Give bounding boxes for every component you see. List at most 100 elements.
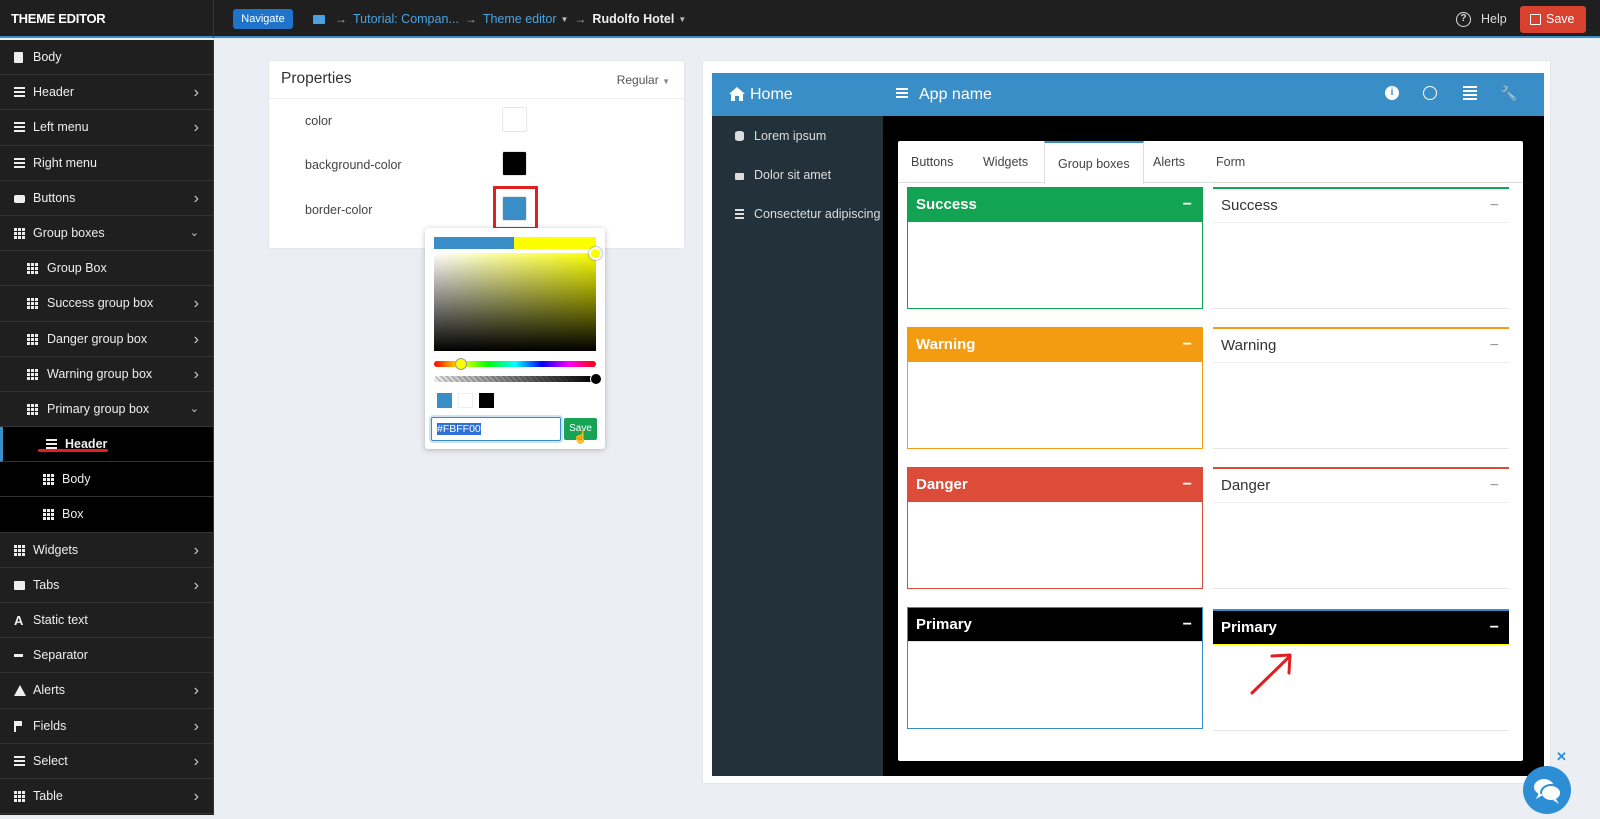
chevron-right-icon[interactable]: › (194, 709, 199, 744)
preset-swatch[interactable] (437, 393, 452, 408)
preview-home[interactable]: Home (712, 73, 883, 116)
sidebar-item-select[interactable]: Select › (0, 744, 213, 779)
sidebar-item-header[interactable]: Header (0, 427, 213, 463)
chevron-right-icon[interactable]: › (194, 181, 199, 216)
chevron-right-icon[interactable]: › (194, 322, 199, 357)
alpha-slider[interactable] (434, 376, 596, 382)
wrench-icon[interactable]: 🔧 (1500, 86, 1517, 100)
lock-icon (735, 173, 744, 180)
sidebar-item-group-box[interactable]: Group Box (0, 251, 213, 287)
minus-icon[interactable]: − (1490, 329, 1499, 363)
tab-alerts[interactable]: Alerts (1140, 141, 1198, 183)
group-box-header: Success − (1213, 189, 1509, 223)
mode-dropdown[interactable]: Regular ▼ (617, 73, 670, 87)
property-label: color (305, 114, 333, 128)
save-button[interactable]: Save (1520, 6, 1586, 33)
saturation-area[interactable] (434, 253, 596, 351)
preset-swatch[interactable] (479, 393, 494, 408)
sidebar-item-fields[interactable]: Fields › (0, 709, 213, 744)
warning-icon (14, 685, 26, 697)
sidebar-item-danger-group-box[interactable]: Danger group box › (0, 322, 213, 357)
tab-form[interactable]: Form (1203, 141, 1258, 183)
sidebar-item-primary-group-box[interactable]: Primary group box ⌄ (0, 392, 213, 428)
sidebar-item-header[interactable]: Header › (0, 75, 213, 111)
sidebar-item-warning-group-box[interactable]: Warning group box › (0, 357, 213, 392)
chat-button[interactable] (1523, 766, 1571, 814)
minus-icon[interactable]: − (1183, 328, 1192, 362)
grid-icon (27, 368, 38, 380)
chevron-right-icon[interactable]: › (194, 110, 199, 145)
minus-icon[interactable]: − (1490, 611, 1499, 645)
sidebar-item-label: Buttons (33, 190, 76, 205)
hue-handle[interactable] (455, 358, 467, 370)
chevron-down-icon[interactable]: ⌄ (190, 216, 199, 251)
sidebar-item-box[interactable]: Box (0, 497, 213, 533)
sidebar-item-label: Group boxes (33, 225, 105, 240)
sidebar-item-group-boxes[interactable]: Group boxes ⌄ (0, 216, 213, 252)
sidebar-item-separator[interactable]: Separator (0, 638, 213, 674)
minus-icon[interactable]: − (1490, 189, 1499, 223)
globe-icon[interactable] (1423, 86, 1437, 100)
background-color-swatch[interactable] (502, 151, 527, 176)
saturation-handle[interactable] (589, 247, 602, 260)
sidebar-item-right-menu[interactable]: Right menu (0, 146, 213, 181)
minus-icon[interactable]: − (1183, 188, 1192, 222)
top-bar: THEME EDITOR Navigate → Tutorial: Compan… (0, 0, 1600, 38)
preview-content: Buttons Widgets Group boxes Alerts Form … (898, 141, 1523, 761)
caret-down-icon[interactable]: ▼ (678, 15, 686, 24)
minus-icon[interactable]: − (1490, 469, 1499, 503)
previous-color[interactable] (434, 237, 514, 249)
chevron-right-icon[interactable]: › (194, 357, 199, 392)
info-icon[interactable]: i (1385, 86, 1399, 100)
sidebar-item-table[interactable]: Table › (0, 779, 213, 815)
sidebar-item-label: Warning group box (47, 366, 153, 381)
tab-group-boxes[interactable]: Group boxes (1044, 141, 1144, 184)
sidebar-item-body[interactable]: Body (0, 40, 213, 76)
list-icon[interactable] (1463, 86, 1477, 100)
menu-label: Dolor sit amet (754, 168, 832, 182)
hex-input[interactable]: #FBFF00 (431, 417, 561, 441)
chevron-right-icon[interactable]: › (194, 568, 199, 603)
sidebar-item-label: Success group box (47, 296, 154, 311)
preview-header: App name i 🔧 (883, 73, 1544, 116)
chevron-right-icon[interactable]: › (194, 533, 199, 568)
minus-icon[interactable]: − (1183, 608, 1192, 642)
sidebar-item-alerts[interactable]: Alerts › (0, 673, 213, 709)
navigate-button[interactable]: Navigate (233, 9, 293, 29)
sidebar-item-static-text[interactable]: A Static text (0, 603, 213, 639)
sidebar-item-tabs[interactable]: Tabs › (0, 568, 213, 603)
preview-menu-item[interactable]: Dolor sit amet (712, 155, 883, 195)
close-icon[interactable]: ✕ (1556, 749, 1567, 765)
sidebar-item-success-group-box[interactable]: Success group box › (0, 286, 213, 322)
hamburger-icon[interactable] (896, 88, 908, 98)
breadcrumb-project[interactable]: Tutorial: Compan... (353, 12, 459, 26)
chevron-right-icon[interactable]: › (194, 286, 199, 321)
alpha-handle[interactable] (590, 373, 602, 385)
color-swatch[interactable] (502, 107, 527, 132)
floppy-icon (1530, 14, 1541, 25)
tab-buttons[interactable]: Buttons (898, 141, 966, 183)
hex-value: #FBFF00 (437, 423, 481, 435)
preview-menu-item[interactable]: Lorem ipsum (712, 116, 883, 156)
database-icon (735, 131, 744, 141)
preset-swatch[interactable] (458, 393, 473, 408)
breadcrumb-theme-editor[interactable]: Theme editor (483, 12, 557, 26)
sidebar-item-buttons[interactable]: Buttons › (0, 181, 213, 216)
breadcrumb-theme[interactable]: Rudolfo Hotel (592, 12, 674, 26)
chevron-right-icon[interactable]: › (194, 673, 199, 708)
chevron-right-icon[interactable]: › (194, 779, 199, 814)
tab-widgets[interactable]: Widgets (970, 141, 1041, 183)
app-icon[interactable] (313, 14, 325, 24)
sidebar-item-left-menu[interactable]: Left menu › (0, 110, 213, 146)
grid-icon (27, 333, 38, 345)
group-box-title: Success (916, 196, 977, 213)
chevron-right-icon[interactable]: › (194, 744, 199, 779)
minus-icon[interactable]: − (1183, 468, 1192, 502)
help-link[interactable]: ? Help (1456, 0, 1507, 38)
sidebar-item-widgets[interactable]: Widgets › (0, 533, 213, 568)
preview-menu-item[interactable]: Consectetur adipiscing (712, 194, 883, 234)
caret-down-icon[interactable]: ▼ (561, 15, 569, 24)
sidebar-item-body[interactable]: Body (0, 462, 213, 498)
chevron-down-icon[interactable]: ⌄ (190, 392, 199, 427)
chevron-right-icon[interactable]: › (194, 75, 199, 110)
